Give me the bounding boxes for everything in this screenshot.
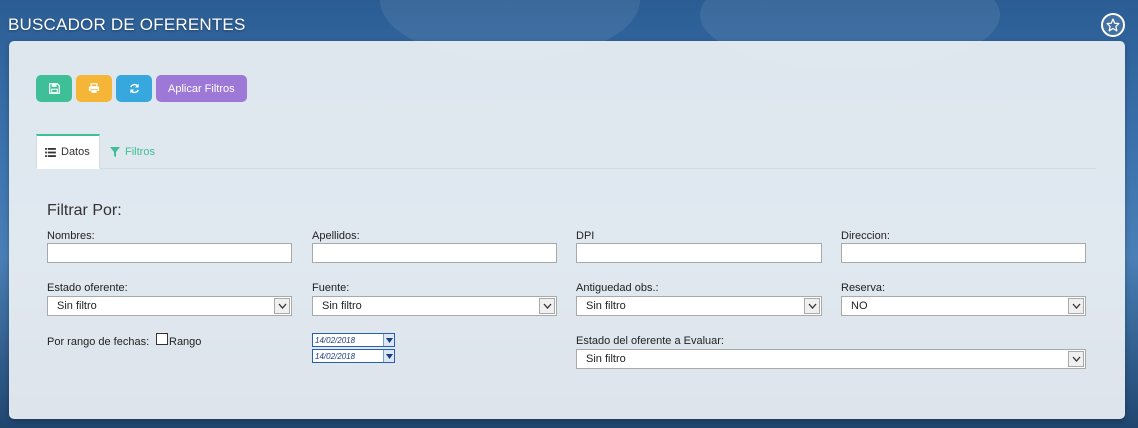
chevron-down-icon — [274, 298, 290, 314]
favorite-button[interactable] — [1101, 13, 1125, 37]
rango-checkbox[interactable] — [156, 333, 168, 345]
fecha-inicio-select[interactable]: 14/02/2018 — [312, 333, 395, 347]
save-button[interactable] — [36, 75, 72, 102]
tab-datos-label: Datos — [61, 146, 90, 158]
direccion-label: Direccion: — [841, 230, 890, 242]
save-icon — [48, 83, 60, 94]
star-icon — [1106, 18, 1120, 32]
dpi-input[interactable] — [576, 243, 822, 263]
main-panel: Aplicar Filtros Datos Filtros Filtrar Po… — [9, 41, 1125, 419]
antiguedad-label: Antiguedad obs.: — [576, 282, 659, 294]
dpi-label: DPI — [576, 230, 595, 242]
nombres-input[interactable] — [47, 243, 292, 263]
tab-filtros-label: Filtros — [125, 145, 155, 158]
apellidos-input[interactable] — [312, 243, 557, 263]
tab-datos[interactable]: Datos — [36, 134, 100, 169]
reserva-value: NO — [851, 300, 868, 312]
reserva-label: Reserva: — [841, 282, 886, 294]
toolbar: Aplicar Filtros — [36, 75, 247, 102]
antiguedad-value: Sin filtro — [586, 300, 626, 312]
tab-bar: Datos Filtros — [36, 134, 1096, 169]
apellidos-label: Apellidos: — [312, 230, 360, 242]
estado-evaluar-label: Estado del oferente a Evaluar: — [576, 335, 724, 347]
fecha-fin-value: 14/02/2018 — [315, 352, 356, 361]
fuente-select[interactable]: Sin filtro — [312, 296, 557, 316]
filter-section-title: Filtrar Por: — [47, 202, 122, 219]
direccion-input[interactable] — [841, 243, 1086, 263]
rango-checkbox-label: Rango — [169, 336, 202, 348]
chevron-down-icon — [1068, 298, 1084, 314]
page-title: BUSCADOR DE OFERENTES — [8, 15, 246, 34]
chevron-down-icon — [1068, 351, 1084, 367]
fuente-value: Sin filtro — [322, 300, 362, 312]
fuente-label: Fuente: — [312, 282, 350, 294]
filter-icon — [110, 146, 120, 157]
refresh-icon — [129, 83, 139, 94]
chevron-down-icon — [383, 350, 394, 362]
estado-evaluar-value: Sin filtro — [586, 353, 626, 365]
estado-oferente-select[interactable]: Sin filtro — [47, 296, 292, 316]
fecha-inicio-value: 14/02/2018 — [315, 336, 356, 345]
rango-fechas-label: Por rango de fechas: — [47, 336, 150, 348]
print-icon — [88, 83, 100, 94]
refresh-button[interactable] — [116, 75, 152, 102]
reserva-select[interactable]: NO — [841, 296, 1086, 316]
tab-filtros[interactable]: Filtros — [110, 134, 155, 169]
estado-oferente-label: Estado oferente: — [47, 282, 128, 294]
fecha-fin-select[interactable]: 14/02/2018 — [312, 349, 395, 363]
apply-filters-button[interactable]: Aplicar Filtros — [156, 75, 247, 102]
chevron-down-icon — [383, 334, 394, 346]
nombres-label: Nombres: — [47, 230, 95, 242]
chevron-down-icon — [804, 298, 820, 314]
print-button[interactable] — [76, 75, 112, 102]
list-icon — [45, 147, 56, 157]
antiguedad-select[interactable]: Sin filtro — [576, 296, 822, 316]
chevron-down-icon — [539, 298, 555, 314]
estado-evaluar-select[interactable]: Sin filtro — [576, 349, 1086, 369]
estado-oferente-value: Sin filtro — [57, 300, 97, 312]
